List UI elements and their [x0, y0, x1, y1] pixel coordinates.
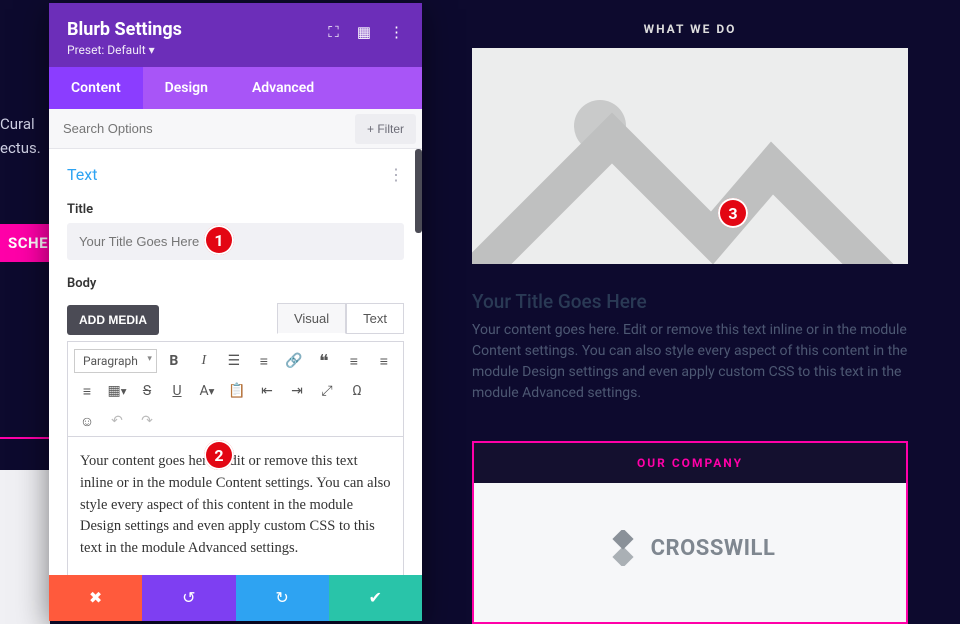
- align-left-icon[interactable]: ≡: [341, 348, 367, 374]
- company-logo-icon: [605, 530, 641, 566]
- lower-section-bg: [0, 470, 50, 624]
- save-button[interactable]: ✔: [329, 575, 422, 621]
- preview-title: Your Title Goes Here: [472, 290, 647, 313]
- underline-icon[interactable]: U: [164, 378, 190, 404]
- blurb-settings-panel: Blurb Settings Preset: Default ▾ ⛶ ▦ ⋮ C…: [49, 3, 422, 621]
- body-editor[interactable]: Your content goes here. Edit or remove t…: [67, 436, 404, 575]
- fullscreen-icon[interactable]: ⤢: [314, 378, 340, 404]
- panel-scrollbar[interactable]: [415, 149, 422, 233]
- outdent-icon[interactable]: ⇤: [254, 378, 280, 404]
- emoji-icon[interactable]: ☺: [74, 408, 100, 434]
- text-section: Text ⋮ Title Body ADD MEDIA VisualText P…: [49, 149, 422, 575]
- wireframe-view-icon[interactable]: ▦: [357, 23, 371, 41]
- title-input[interactable]: [67, 223, 404, 260]
- undo-button[interactable]: ↺: [142, 575, 235, 621]
- our-company-heading: OUR COMPANY: [474, 443, 906, 483]
- cancel-button[interactable]: ✖: [49, 575, 142, 621]
- title-label: Title: [67, 202, 404, 217]
- preset-dropdown[interactable]: Preset: Default ▾: [67, 43, 182, 57]
- bullet-list-icon[interactable]: ☰: [221, 348, 247, 374]
- callout-1: 1: [204, 225, 234, 255]
- bold-icon[interactable]: B: [161, 348, 187, 374]
- settings-tabs: Content Design Advanced: [49, 67, 422, 109]
- callout-3: 3: [718, 198, 748, 228]
- table-icon[interactable]: ▦▾: [104, 378, 130, 404]
- editor-tab-text[interactable]: Text: [346, 303, 404, 334]
- paragraph-select[interactable]: Paragraph: [74, 349, 157, 373]
- bg-copy: Cural ectus.: [0, 112, 41, 160]
- editor-toolbar: Paragraph B I ☰ ≡ 🔗 ❝ ≡ ≡ ≡ ▦▾ S U A▾ 📋 …: [67, 341, 404, 436]
- image-placeholder-icon: [472, 48, 908, 264]
- italic-icon[interactable]: I: [191, 348, 217, 374]
- our-company-card: OUR COMPANY CROSSWILL: [472, 441, 908, 624]
- search-filter-row: + Filter: [49, 109, 422, 149]
- section-more-icon[interactable]: ⋮: [388, 165, 404, 184]
- add-media-button[interactable]: ADD MEDIA: [67, 305, 159, 335]
- numbered-list-icon[interactable]: ≡: [251, 348, 277, 374]
- panel-title: Blurb Settings: [67, 19, 182, 40]
- panel-header: Blurb Settings Preset: Default ▾ ⛶ ▦ ⋮: [49, 3, 422, 67]
- undo-icon[interactable]: ↶: [104, 408, 130, 434]
- section-heading-text[interactable]: Text: [67, 165, 97, 184]
- strikethrough-icon[interactable]: S: [134, 378, 160, 404]
- indent-icon[interactable]: ⇥: [284, 378, 310, 404]
- special-char-icon[interactable]: Ω: [344, 378, 370, 404]
- body-label: Body: [67, 276, 404, 291]
- align-right-icon[interactable]: ≡: [74, 378, 100, 404]
- link-icon[interactable]: 🔗: [281, 348, 307, 374]
- image-placeholder[interactable]: [472, 48, 908, 264]
- editor-tab-visual[interactable]: Visual: [277, 303, 346, 334]
- filter-button[interactable]: + Filter: [355, 114, 416, 144]
- tab-design[interactable]: Design: [143, 67, 230, 109]
- responsive-view-icon[interactable]: ⛶: [328, 23, 339, 41]
- panel-action-bar: ✖ ↺ ↻ ✔: [49, 575, 422, 621]
- callout-2: 2: [204, 440, 234, 470]
- redo-icon[interactable]: ↷: [134, 408, 160, 434]
- tab-content[interactable]: Content: [49, 67, 143, 109]
- text-color-icon[interactable]: A▾: [194, 378, 220, 404]
- search-input[interactable]: [49, 109, 349, 148]
- section-divider: [0, 437, 50, 439]
- align-center-icon[interactable]: ≡: [371, 348, 397, 374]
- tab-advanced[interactable]: Advanced: [230, 67, 336, 109]
- preview-body: Your content goes here. Edit or remove t…: [472, 320, 908, 404]
- paste-icon[interactable]: 📋: [224, 378, 250, 404]
- more-menu-icon[interactable]: ⋮: [389, 23, 404, 41]
- redo-button[interactable]: ↻: [236, 575, 329, 621]
- blockquote-icon[interactable]: ❝: [311, 348, 337, 374]
- company-logo: CROSSWILL: [474, 483, 906, 613]
- what-we-do-heading: WHAT WE DO: [472, 22, 908, 36]
